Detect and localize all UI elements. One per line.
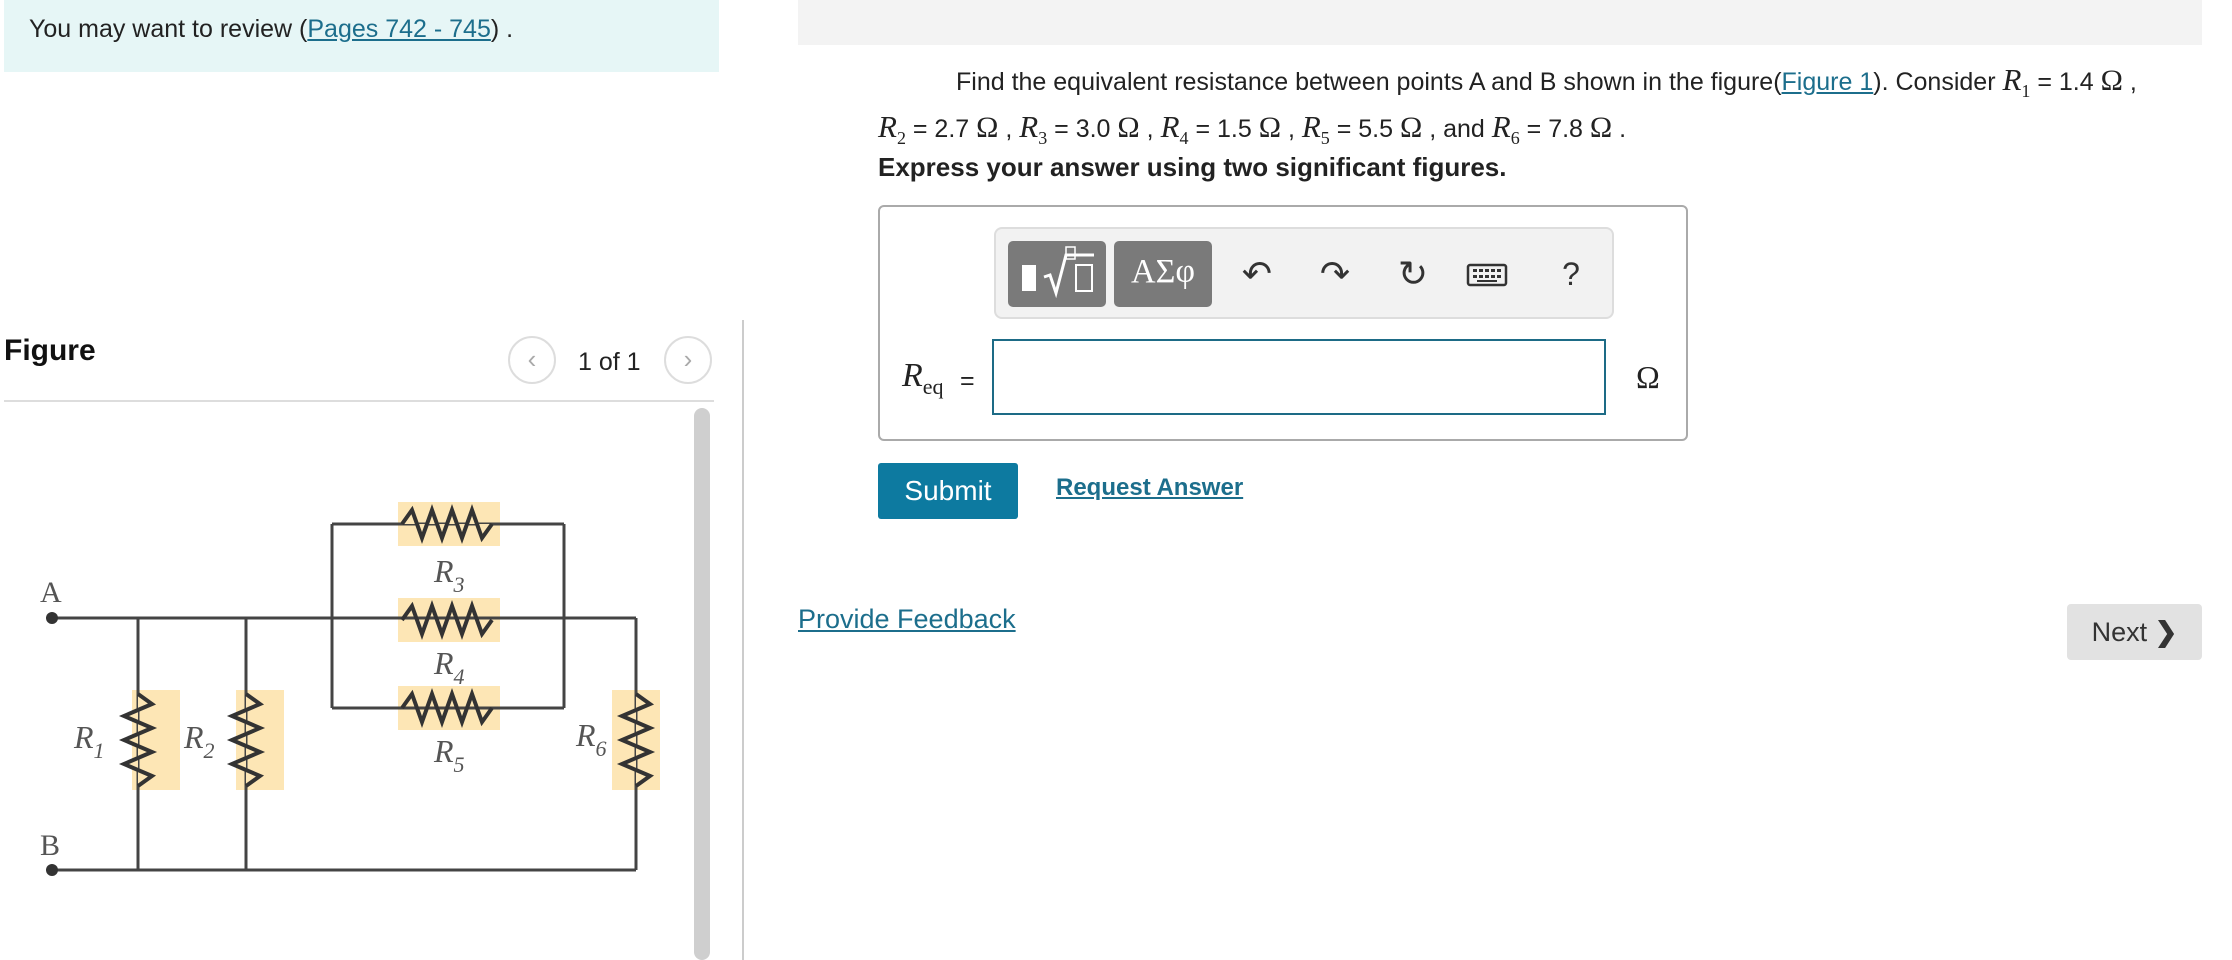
answer-instruction: Express your answer using two significan… — [878, 152, 1507, 182]
figure-pager: 1 of 1 — [578, 348, 641, 376]
next-label: Next — [2091, 617, 2148, 647]
answer-box: ΑΣφ ↶ ↷ ↻ ? Req = Ω — [878, 205, 1688, 441]
r1-label: R1 — [73, 719, 105, 763]
greek-letters-button[interactable]: ΑΣφ — [1114, 241, 1212, 307]
r4-symbol: R4 — [1160, 109, 1189, 149]
r6-label: R6 — [575, 717, 607, 761]
r6-symbol: R6 — [1491, 109, 1520, 149]
redo-icon: ↷ — [1319, 253, 1351, 294]
reset-icon: ↻ — [1397, 253, 1429, 294]
answer-unit: Ω — [1636, 359, 1660, 395]
r2-symbol: R2 — [878, 109, 906, 149]
chevron-right-icon: › — [683, 344, 693, 374]
figure-1-link[interactable]: Figure 1 — [1782, 68, 1874, 96]
templates-icon — [1022, 246, 1094, 299]
review-banner: You may want to review (Pages 742 - 745)… — [4, 0, 719, 72]
r5-label: R5 — [433, 733, 465, 777]
node-b-label: B — [40, 829, 60, 862]
help-button[interactable]: ? — [1546, 247, 1596, 301]
next-button[interactable]: Next ❯ — [2067, 604, 2202, 660]
undo-icon: ↶ — [1241, 253, 1273, 294]
r1-symbol: R1 — [2002, 62, 2031, 102]
chevron-right-icon: ❯ — [2154, 617, 2178, 647]
greek-letters-icon: ΑΣφ — [1131, 253, 1195, 290]
help-icon: ? — [1562, 256, 1580, 292]
previous-figure-button[interactable]: ‹ — [508, 336, 556, 384]
keyboard-button[interactable] — [1462, 247, 1512, 301]
answer-label: Req — [902, 357, 944, 399]
r3-label: R3 — [433, 553, 465, 597]
pane-divider[interactable] — [742, 320, 744, 960]
r3-symbol: R3 — [1019, 109, 1048, 149]
chevron-left-icon: ‹ — [527, 344, 537, 374]
r2-label: R2 — [183, 719, 215, 763]
submit-button[interactable]: Submit — [878, 463, 1018, 519]
node-b-terminal — [46, 864, 58, 876]
r4-label: R4 — [433, 645, 465, 689]
figure-title: Figure — [4, 334, 96, 367]
provide-feedback-link[interactable]: Provide Feedback — [798, 604, 1016, 635]
problem-statement: Find the equivalent resistance between p… — [878, 62, 2137, 149]
review-pages-link[interactable]: Pages 742 - 745 — [307, 15, 490, 43]
templates-button[interactable] — [1008, 241, 1106, 307]
answer-equals: = — [960, 367, 975, 395]
reset-button[interactable]: ↻ — [1388, 247, 1438, 301]
answer-input[interactable] — [992, 339, 1606, 415]
figure-divider — [4, 400, 714, 402]
node-a-terminal — [46, 612, 58, 624]
undo-button[interactable]: ↶ — [1232, 247, 1282, 301]
next-figure-button[interactable]: › — [664, 336, 712, 384]
top-strip — [798, 0, 2202, 45]
node-a-label: A — [40, 576, 62, 609]
circuit-figure: A B R1 R2 R3 R4 R5 R6 — [40, 502, 660, 876]
math-toolbar: ΑΣφ ↶ ↷ ↻ ? — [994, 227, 1614, 319]
keyboard-icon — [1466, 263, 1508, 287]
request-answer-link[interactable]: Request Answer — [1056, 474, 1243, 502]
review-suffix: ) . — [490, 15, 514, 43]
review-prefix: You may want to review ( — [29, 15, 308, 43]
redo-button[interactable]: ↷ — [1310, 247, 1360, 301]
r5-symbol: R5 — [1301, 109, 1330, 149]
figure-scrollbar[interactable] — [694, 408, 710, 960]
